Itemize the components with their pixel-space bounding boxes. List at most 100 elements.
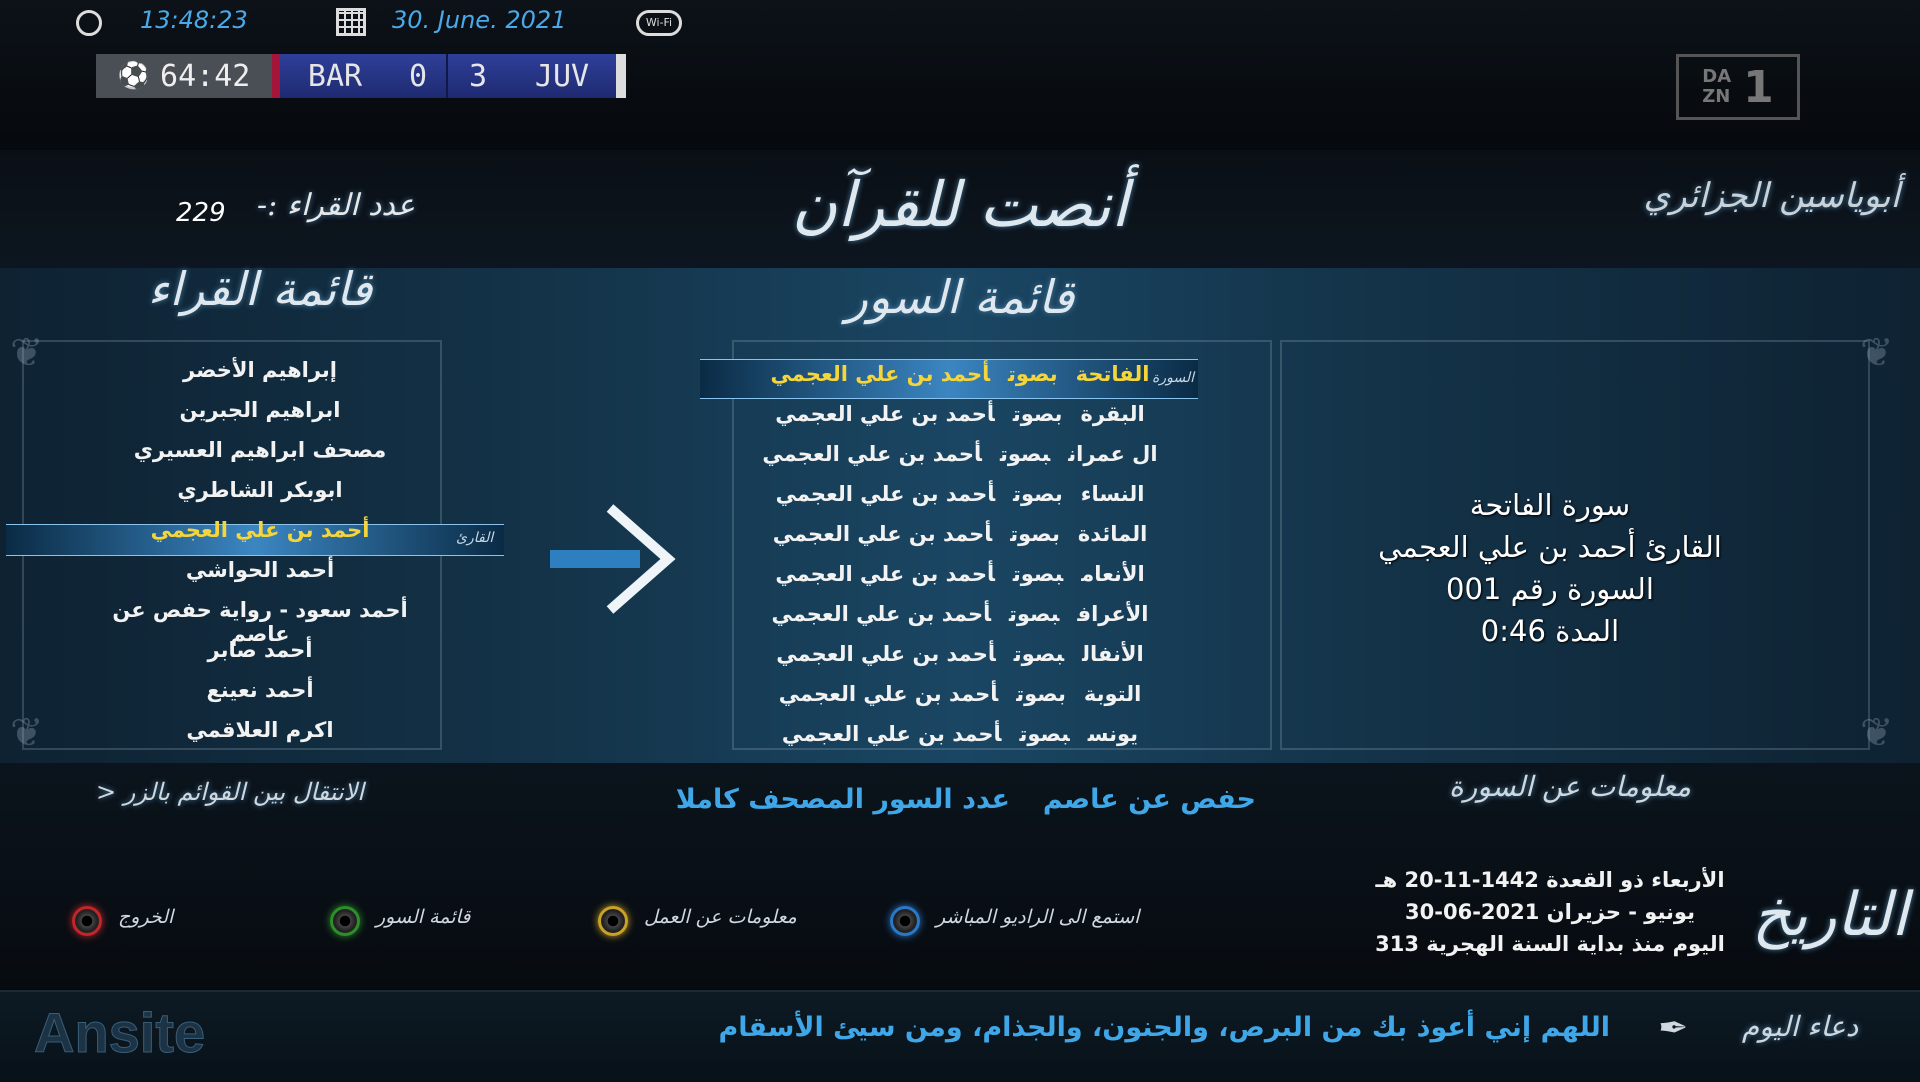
surah-item[interactable]: الأعراف بصوت أحمد بن علي العجمي [700,602,1220,626]
surah-item[interactable]: التوبة بصوت أحمد بن علي العجمي [700,682,1220,706]
reciter-count: 229 [176,198,226,228]
ornament-icon: ❦ [10,710,44,756]
surah-item-by: بصوت [1013,642,1065,666]
surah-item[interactable]: الأنعام بصوت أحمد بن علي العجمي [700,562,1220,586]
reciter-item[interactable]: اكرم العلاقمي [80,718,440,742]
surah-item-by: بصوت [1008,602,1060,626]
surah-item-reciter: أحمد بن علي العجمي [771,602,991,626]
wifi-icon: Wi-Fi [636,10,682,36]
surah-item-by: بصوت [1012,402,1063,426]
live-radio-button[interactable] [890,906,920,936]
hijri-date: الأربعاء ذو القعدة 1442-11-20 هـ [1375,868,1725,892]
info-reciter: القارئ أحمد بن علي العجمي [1378,530,1722,564]
surah-item-name: الفاتحة [1075,362,1150,386]
reciter-item[interactable]: أحمد الحواشي [80,558,440,582]
scoreboard: ⚽ 64:42 BAR 0 3 JUV [96,54,626,98]
info-duration: المدة 0:46 [1480,614,1620,648]
info-surah-number: السورة رقم 001 [1446,572,1654,606]
reciters-title: قائمة القراء [147,262,373,316]
surah-item-name: ال عمران [1068,442,1158,466]
surah-item-by: بصوت [1012,562,1064,586]
surah-item-name: الأعراف [1077,602,1149,626]
home-score: 0 [390,54,446,98]
pen-icon: ✒ [1658,1008,1689,1049]
exit-button[interactable] [72,906,102,936]
about-button-label: معلومات عن العمل [644,906,797,928]
surah-item-by: بصوت [1019,722,1070,746]
surah-item-reciter: أحمد بن علي العجمي [776,642,996,666]
away-team: JUV [508,54,616,98]
surah-item[interactable]: البقرة بصوت أحمد بن علي العجمي [700,402,1220,426]
surah-item-reciter: أحمد بن علي العجمي [778,682,999,706]
reciter-item[interactable]: أحمد صابر [80,638,440,662]
gregorian-date: يونيو - حزيران 2021-06-30 [1405,900,1695,924]
calendar-icon [336,8,366,36]
surah-item-name: يونس [1087,722,1139,746]
surah-item-reciter: أحمد بن علي العجمي [781,722,1002,746]
surah-item-name: الأنفال [1082,642,1144,666]
exit-button-label: الخروج [118,906,174,928]
home-team: BAR [280,54,390,98]
surah-item-name: البقرة [1080,402,1145,426]
reciter-item[interactable]: ابراهيم الجبرين [80,398,440,422]
channel-number: 1 [1743,61,1774,113]
reciter-item[interactable]: أحمد نعينع [80,678,440,702]
info-panel-title: معلومات عن السورة [1449,770,1691,803]
surah-item-reciter: أحمد بن علي العجمي [770,362,991,386]
ornament-icon: ❦ [1860,710,1894,756]
surah-item-reciter: أحمد بن علي العجمي [772,522,993,546]
reciter-item[interactable]: إبراهيم الأخضر [80,358,440,382]
surah-item-name: المائدة [1077,522,1148,546]
clock-icon [76,10,102,36]
match-clock: ⚽ 64:42 [96,54,272,98]
arrow-right-icon [550,504,676,614]
day-of-year: اليوم منذ بداية السنة الهجرية 313 [1375,932,1725,956]
dua-text: اللهم إني أعوذ بك من البرص، والجنون، وال… [718,1012,1611,1043]
reciter-selected-tag: القارئ [456,530,494,546]
channel-logo-text: DA ZN [1702,66,1732,107]
reciter-item[interactable]: أحمد بن علي العجمي [80,518,440,542]
status-date: 30. June. 2021 [392,6,567,34]
nav-hint: الانتقال بين القوائم بالزر < [96,778,364,806]
surah-list-button[interactable] [330,906,360,936]
about-button[interactable] [598,906,628,936]
surah-item[interactable]: يونس بصوت أحمد بن علي العجمي [700,722,1220,746]
surah-item-by: بصوت [1010,522,1060,546]
dua-label: دعاء اليوم [1741,1010,1859,1043]
surah-item-reciter: أحمد بن علي العجمي [762,442,982,466]
brand-logo: Ansite [33,1001,206,1065]
reciter-item[interactable]: مصحف ابراهيم العسيري [80,438,440,462]
surah-list-button-label: قائمة السور [376,906,471,928]
full-mushaf-link[interactable]: عدد السور المصحف كاملا [660,784,1010,815]
away-team-color [616,54,626,98]
surah-item[interactable]: الأنفال بصوت أحمد بن علي العجمي [700,642,1220,666]
surah-item-reciter: أحمد بن علي العجمي [775,402,995,426]
ornament-icon: ❦ [1860,330,1894,376]
reciter-item[interactable]: ابوبكر الشاطري [80,478,440,502]
surah-item[interactable]: المائدة بصوت أحمد بن علي العجمي [700,522,1220,546]
surah-item-by: بصوت [1013,482,1063,506]
info-surah-name: سورة الفاتحة [1469,488,1631,522]
surah-item-name: النساء [1080,482,1145,506]
soccer-ball-icon: ⚽ [117,61,151,91]
surah-item-name: الأنعام [1081,562,1145,586]
surah-item[interactable]: ال عمران بصوت أحمد بن علي العجمي [700,442,1220,466]
date-title: التاريخ [1752,880,1908,950]
channel-logo: DA ZN 1 [1676,54,1800,120]
ornament-icon: ❦ [10,330,44,376]
riwaya-link[interactable]: حفص عن عاصم [1026,784,1256,815]
live-radio-button-label: استمع الى الراديو المباشر [936,906,1140,928]
surah-item[interactable]: الفاتحة بصوت أحمد بن علي العجمي [700,362,1220,386]
surah-item[interactable]: النساء بصوت أحمد بن علي العجمي [700,482,1220,506]
surahs-title: قائمة السور [845,270,1075,324]
surah-item-name: التوبة [1083,682,1142,706]
author-name: أبوياسين الجزائري [1643,176,1900,216]
status-time: 13:48:23 [140,6,248,34]
app-title: أنصت للقرآن [791,168,1129,241]
surah-item-by: بصوت [1016,682,1066,706]
reciter-count-label: عدد القراء :- [257,188,415,223]
surah-item-by: بصوت [1008,362,1058,386]
home-team-color [272,54,280,98]
surah-item-reciter: أحمد بن علي العجمي [775,562,995,586]
surah-item-by: بصوت [999,442,1051,466]
